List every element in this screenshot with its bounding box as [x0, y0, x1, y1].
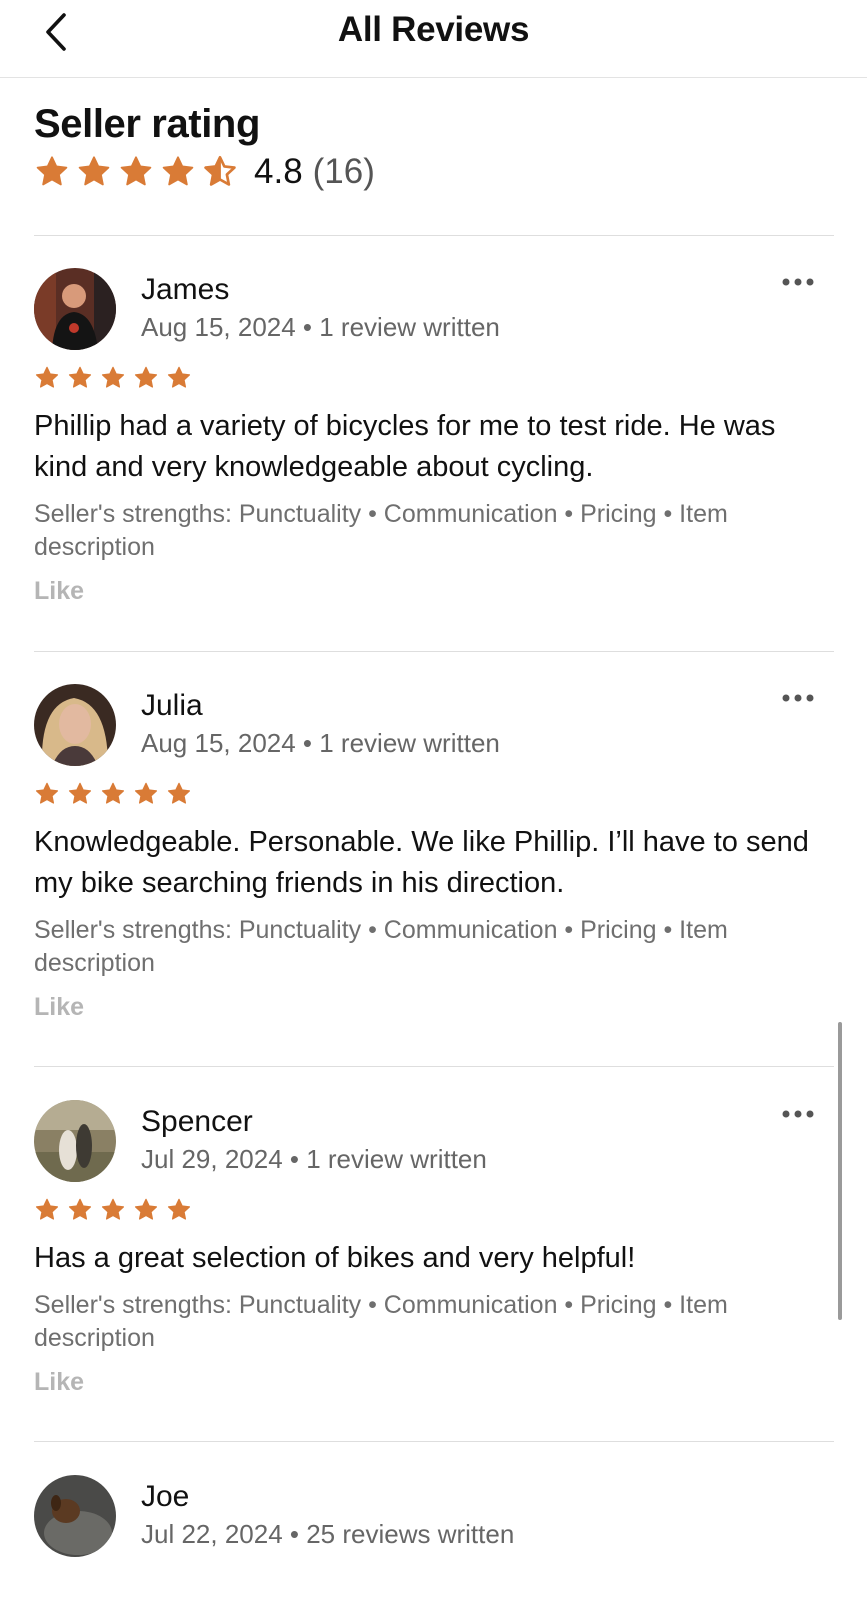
like-button[interactable]: Like [34, 993, 84, 1022]
more-options-button[interactable] [778, 1102, 818, 1126]
star-icon [167, 366, 191, 388]
review-item: Julia Aug 15, 2024 • 1 review written Kn… [34, 684, 834, 1034]
star-icon [120, 156, 152, 186]
review-meta: Aug 15, 2024 • 1 review written [141, 728, 500, 758]
avatar[interactable] [34, 1100, 116, 1182]
scrollbar[interactable] [838, 1022, 842, 1320]
star-icon [162, 156, 194, 186]
divider [34, 235, 834, 236]
review-text: Phillip had a variety of bicycles for me… [34, 410, 776, 483]
like-button[interactable]: Like [34, 1368, 84, 1397]
reviewer-name[interactable]: Spencer [141, 1105, 253, 1139]
review-item: James Aug 15, 2024 • 1 review written Ph… [34, 268, 834, 618]
star-icon [78, 156, 110, 186]
review-text: Has a great selection of bikes and very … [34, 1242, 636, 1274]
more-options-button[interactable] [778, 270, 818, 294]
seller-strengths: Seller's strengths: Punctuality • Commun… [34, 916, 728, 977]
more-horizontal-icon [782, 278, 814, 286]
rating-score: 4.8 [254, 152, 303, 191]
star-icon [35, 782, 59, 804]
star-icon [134, 366, 158, 388]
star-icon [35, 366, 59, 388]
review-meta: Aug 15, 2024 • 1 review written [141, 312, 500, 342]
divider [34, 651, 834, 652]
star-icon [35, 1198, 59, 1220]
reviewer-name[interactable]: Julia [141, 689, 203, 723]
reviewer-name[interactable]: James [141, 273, 229, 307]
rating-count: (16) [312, 152, 375, 191]
review-stars [34, 1197, 192, 1223]
review-stars [34, 365, 192, 391]
star-icon [101, 1198, 125, 1220]
seller-strengths: Seller's strengths: Punctuality • Commun… [34, 500, 728, 561]
like-button[interactable]: Like [34, 577, 84, 606]
star-icon [101, 366, 125, 388]
review-item: Joe Jul 22, 2024 • 25 reviews written [34, 1475, 834, 1600]
star-icon [134, 1198, 158, 1220]
review-meta: Jul 29, 2024 • 1 review written [141, 1144, 487, 1174]
star-icon [68, 782, 92, 804]
star-icon [101, 782, 125, 804]
review-meta: Jul 22, 2024 • 25 reviews written [141, 1519, 515, 1549]
star-half-icon [204, 155, 236, 186]
seller-rating-title: Seller rating [34, 102, 260, 146]
star-icon [68, 1198, 92, 1220]
reviewer-name[interactable]: Joe [141, 1480, 189, 1514]
avatar[interactable] [34, 268, 116, 350]
seller-strengths: Seller's strengths: Punctuality • Commun… [34, 1291, 728, 1352]
avatar[interactable] [34, 684, 116, 766]
more-horizontal-icon [782, 694, 814, 702]
page-title: All Reviews [337, 10, 530, 49]
star-icon [167, 782, 191, 804]
more-options-button[interactable] [778, 686, 818, 710]
more-horizontal-icon [782, 1110, 814, 1118]
seller-rating-section: Seller rating 4.8 (16) [34, 100, 834, 194]
star-icon [36, 156, 68, 186]
seller-rating-summary: 4.8 (16) [34, 150, 834, 194]
seller-rating-stars [34, 154, 238, 190]
top-bar: All Reviews [0, 0, 867, 78]
star-icon [68, 366, 92, 388]
divider [34, 1066, 834, 1067]
review-item: Spencer Jul 29, 2024 • 1 review written … [34, 1100, 834, 1410]
avatar[interactable] [34, 1475, 116, 1557]
star-icon [167, 1198, 191, 1220]
divider [34, 1441, 834, 1442]
review-stars [34, 781, 192, 807]
star-icon [134, 782, 158, 804]
review-text: Knowledgeable. Personable. We like Phill… [34, 826, 809, 899]
